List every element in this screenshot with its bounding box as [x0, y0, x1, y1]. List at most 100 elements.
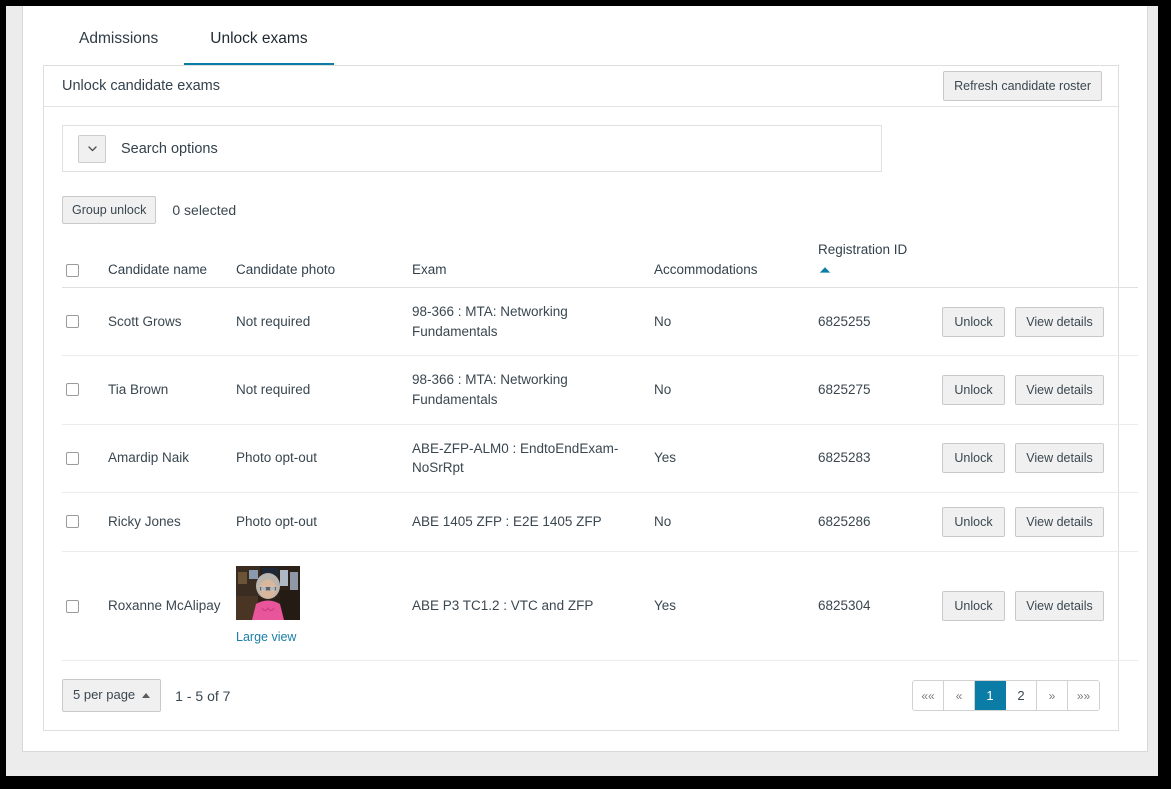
table-row: Roxanne McAlipay Large view ABE P3 TC1.2 :… — [62, 551, 1138, 662]
accommodations-cell: Yes — [650, 551, 814, 662]
group-unlock-button[interactable]: Group unlock — [62, 196, 157, 225]
view-details-button[interactable]: View details — [1015, 442, 1104, 474]
header-row-actions — [938, 236, 1138, 289]
pagination-page-2[interactable]: 2 — [1006, 681, 1037, 711]
row-actions-cell: Unlock View details — [938, 355, 1138, 425]
row-actions-cell: Unlock View details — [938, 551, 1138, 662]
accommodations-cell: No — [650, 287, 814, 357]
pagination-next[interactable]: » — [1037, 681, 1068, 711]
select-all-checkbox[interactable] — [66, 264, 79, 278]
candidate-roster-table: Candidate name Candidate photo Exam Acco… — [62, 236, 1138, 662]
unlock-button[interactable]: Unlock — [942, 506, 1005, 537]
exam-cell: ABE P3 TC1.2 : VTC and ZFP — [408, 551, 650, 662]
row-select-checkbox[interactable] — [66, 315, 79, 329]
header-registration-id[interactable]: Registration ID — [814, 236, 938, 289]
pagination-page-1[interactable]: 1 — [975, 681, 1006, 711]
row-select-cell — [62, 355, 104, 425]
search-options-panel: Search options — [62, 125, 882, 172]
row-select-cell — [62, 424, 104, 493]
screen-frame: Admissions Unlock exams Unlock candidate… — [0, 0, 1171, 789]
pagination-first[interactable]: «« — [913, 681, 944, 711]
exam-cell: 98-366 : MTA: Networking Fundamentals — [408, 355, 650, 425]
table-header-row: Candidate name Candidate photo Exam Acco… — [62, 236, 1138, 289]
view-details-button[interactable]: View details — [1015, 591, 1104, 622]
bulk-actions-row: Group unlock 0 selected — [62, 196, 1100, 225]
candidate-name-cell: Roxanne McAlipay — [104, 551, 232, 662]
registration-id-cell: 6825286 — [814, 492, 938, 552]
page-surface: Admissions Unlock exams Unlock candidate… — [22, 6, 1148, 752]
footer-left-group: 5 per page 1 - 5 of 7 — [62, 679, 231, 713]
view-details-button[interactable]: View details — [1015, 306, 1104, 337]
unlock-button[interactable]: Unlock — [942, 306, 1005, 337]
candidate-photo-cell: Not required — [232, 355, 408, 425]
unlock-candidate-exams-card: Unlock candidate exams Refresh candidate… — [43, 65, 1138, 731]
large-view-link[interactable]: Large view — [236, 628, 300, 646]
header-candidate-photo[interactable]: Candidate photo — [232, 236, 408, 289]
row-actions-cell: Unlock View details — [938, 492, 1138, 552]
row-select-checkbox[interactable] — [66, 383, 79, 397]
select-all-header — [62, 236, 104, 289]
row-select-checkbox[interactable] — [66, 599, 79, 613]
pagination-last[interactable]: »» — [1068, 681, 1099, 711]
selected-count-label: 0 selected — [172, 202, 237, 219]
candidate-name-cell: Scott Grows — [104, 287, 232, 357]
row-select-checkbox[interactable] — [66, 451, 79, 465]
candidate-photo-cell: Large view — [232, 551, 408, 662]
chevron-down-icon — [86, 142, 99, 155]
table-body: Scott Grows Not required 98-366 : MTA: Net… — [62, 287, 1138, 662]
registration-id-cell: 6825304 — [814, 551, 938, 662]
header-accommodations[interactable]: Accommodations — [650, 236, 814, 289]
accommodations-cell: No — [650, 492, 814, 552]
header-exam[interactable]: Exam — [408, 236, 650, 289]
table-head: Candidate name Candidate photo Exam Acco… — [62, 236, 1138, 289]
card-title: Unlock candidate exams — [62, 78, 220, 94]
row-actions-group: Unlock View details — [942, 374, 1134, 406]
row-select-checkbox[interactable] — [66, 515, 79, 529]
exam-cell: ABE 1405 ZFP : E2E 1405 ZFP — [408, 492, 650, 552]
unlock-button[interactable]: Unlock — [942, 591, 1005, 622]
photo-wrapper: Large view — [236, 565, 300, 646]
table-row: Ricky Jones Photo opt-out ABE 1405 ZFP : E… — [62, 492, 1138, 552]
unlock-button[interactable]: Unlock — [942, 374, 1005, 406]
exam-cell: ABE-ZFP-ALM0 : EndtoEndExam-NoSrRpt — [408, 424, 650, 493]
row-select-cell — [62, 492, 104, 552]
accommodations-cell: No — [650, 355, 814, 425]
caret-up-icon — [142, 693, 151, 699]
search-options-toggle-button[interactable] — [78, 134, 106, 163]
refresh-candidate-roster-button[interactable]: Refresh candidate roster — [943, 70, 1102, 102]
tab-unlock-exams[interactable]: Unlock exams — [184, 20, 334, 66]
row-actions-cell: Unlock View details — [938, 287, 1138, 357]
header-candidate-name[interactable]: Candidate name — [104, 236, 232, 289]
row-select-cell — [62, 287, 104, 357]
candidate-name-cell: Amardip Naik — [104, 424, 232, 493]
pagination: «« «1 2»»» — [912, 680, 1100, 712]
candidate-photo-cell: Photo opt-out — [232, 492, 408, 552]
table-footer: 5 per page 1 - 5 of 7 «« «1 2»»» — [62, 679, 1100, 720]
row-actions-cell: Unlock View details — [938, 424, 1138, 493]
registration-id-cell: 6825283 — [814, 424, 938, 493]
view-details-button[interactable]: View details — [1015, 374, 1104, 406]
table-row: Tia Brown Not required 98-366 : MTA: Netwo… — [62, 355, 1138, 425]
view-details-button[interactable]: View details — [1015, 506, 1104, 537]
sort-ascending-icon — [818, 262, 934, 277]
row-actions-group: Unlock View details — [942, 591, 1134, 622]
search-options-label: Search options — [121, 140, 218, 157]
candidate-name-cell: Ricky Jones — [104, 492, 232, 552]
row-actions-group: Unlock View details — [942, 506, 1134, 537]
registration-id-cell: 6825255 — [814, 287, 938, 357]
pagination-previous[interactable]: « — [944, 681, 975, 711]
row-actions-group: Unlock View details — [942, 442, 1134, 474]
registration-id-cell: 6825275 — [814, 355, 938, 425]
accommodations-cell: Yes — [650, 424, 814, 493]
candidate-photo-cell: Photo opt-out — [232, 424, 408, 493]
card-body: Search options Group unlock 0 selected C… — [44, 107, 1138, 720]
table-row: Amardip Naik Photo opt-out ABE-ZFP-ALM0 : … — [62, 424, 1138, 493]
result-range-label: 1 - 5 of 7 — [175, 687, 231, 704]
exam-cell: 98-366 : MTA: Networking Fundamentals — [408, 287, 650, 357]
row-actions-group: Unlock View details — [942, 306, 1134, 337]
tab-admissions[interactable]: Admissions — [53, 20, 184, 66]
candidate-photo-thumbnail[interactable] — [236, 565, 300, 620]
unlock-button[interactable]: Unlock — [942, 442, 1005, 474]
per-page-selector[interactable]: 5 per page — [62, 679, 162, 713]
candidate-photo-cell: Not required — [232, 287, 408, 357]
